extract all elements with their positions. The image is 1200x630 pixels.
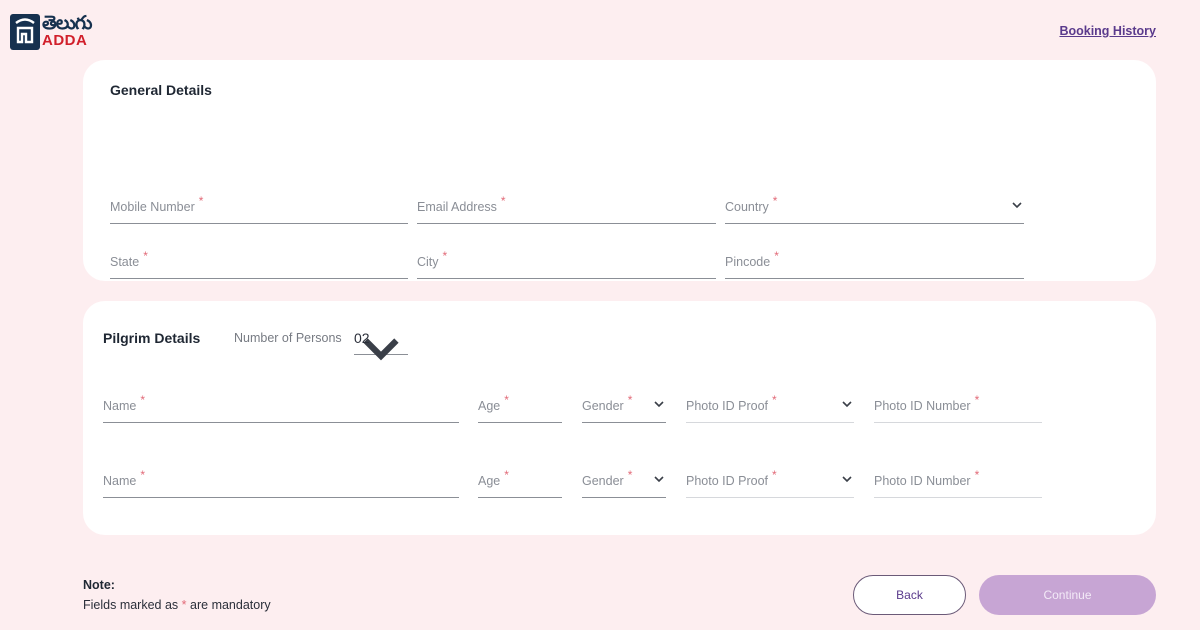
required-star: *: [442, 249, 448, 263]
number-of-persons-value: 02: [354, 330, 370, 346]
required-star: *: [772, 194, 778, 208]
required-star: *: [500, 194, 506, 208]
note-title: Note:: [83, 578, 115, 592]
chevron-down-icon: [842, 476, 852, 483]
country-label: Country *: [725, 194, 778, 214]
general-details-title: General Details: [110, 82, 212, 98]
pilgrim-1-photo-id-proof-select[interactable]: Photo ID Proof *: [686, 393, 854, 423]
required-star: *: [504, 468, 509, 482]
country-select[interactable]: Country *: [725, 194, 1024, 224]
pilgrim-2-gender-select[interactable]: Gender *: [582, 468, 666, 498]
note-text: Fields marked as * are mandatory: [83, 598, 271, 612]
continue-button[interactable]: Continue: [979, 575, 1156, 615]
chevron-down-icon: [842, 401, 852, 408]
required-star: *: [772, 468, 777, 482]
mobile-number-label: Mobile Number *: [110, 194, 204, 214]
state-field[interactable]: State *: [110, 249, 408, 279]
telugu-adda-logo[interactable]: తెలుగు ADDA: [10, 12, 92, 50]
number-of-persons-label: Number of Persons: [234, 331, 342, 345]
email-address-field[interactable]: Email Address *: [417, 194, 716, 224]
photo-id-number-label: Photo ID Number *: [874, 468, 980, 488]
required-star: *: [627, 393, 633, 407]
pilgrim-2-age-field[interactable]: Age *: [478, 468, 562, 498]
city-label: City *: [417, 249, 448, 269]
pilgrim-1-name-field[interactable]: Name *: [103, 393, 459, 423]
required-star: *: [143, 249, 148, 263]
required-star: *: [974, 468, 980, 482]
required-star: *: [974, 393, 980, 407]
gender-label: Gender *: [582, 468, 633, 488]
number-of-persons-select[interactable]: 02: [354, 329, 408, 361]
required-star: *: [772, 393, 777, 407]
pilgrim-1-age-field[interactable]: Age *: [478, 393, 562, 423]
chevron-down-icon: [1012, 202, 1022, 209]
pilgrim-1-gender-select[interactable]: Gender *: [582, 393, 666, 423]
required-star: *: [140, 468, 146, 482]
general-details-card: General Details Mobile Number * Email Add…: [83, 60, 1156, 281]
pilgrim-2-photo-id-proof-select[interactable]: Photo ID Proof *: [686, 468, 854, 498]
required-star: *: [181, 598, 187, 612]
photo-id-number-label: Photo ID Number *: [874, 393, 980, 413]
name-label: Name *: [103, 468, 146, 488]
required-star: *: [504, 393, 509, 407]
mobile-number-field[interactable]: Mobile Number *: [110, 194, 408, 224]
booking-history-link[interactable]: Booking History: [1059, 24, 1156, 38]
required-star: *: [140, 393, 146, 407]
pilgrim-details-title: Pilgrim Details: [103, 330, 201, 346]
logo-mark-icon: [10, 14, 40, 50]
required-star: *: [198, 194, 204, 208]
back-button[interactable]: Back: [853, 575, 966, 615]
pilgrim-2-name-field[interactable]: Name *: [103, 468, 459, 498]
pilgrim-details-card: Pilgrim Details Number of Persons 02 Nam…: [83, 301, 1156, 535]
pilgrim-2-photo-id-number-field[interactable]: Photo ID Number *: [874, 468, 1042, 498]
chevron-down-icon: [654, 476, 664, 483]
age-label: Age *: [478, 468, 509, 488]
required-star: *: [627, 468, 633, 482]
pincode-label: Pincode *: [725, 249, 779, 269]
photo-id-proof-label: Photo ID Proof *: [686, 393, 777, 413]
photo-id-proof-label: Photo ID Proof *: [686, 468, 777, 488]
city-field[interactable]: City *: [417, 249, 716, 279]
state-label: State *: [110, 249, 148, 269]
gender-label: Gender *: [582, 393, 633, 413]
pilgrim-1-photo-id-number-field[interactable]: Photo ID Number *: [874, 393, 1042, 423]
name-label: Name *: [103, 393, 146, 413]
required-star: *: [774, 249, 779, 263]
logo-adda-text: ADDA: [42, 32, 88, 49]
chevron-down-icon: [654, 401, 664, 408]
age-label: Age *: [478, 393, 509, 413]
pincode-field[interactable]: Pincode *: [725, 249, 1024, 279]
email-address-label: Email Address *: [417, 194, 506, 214]
